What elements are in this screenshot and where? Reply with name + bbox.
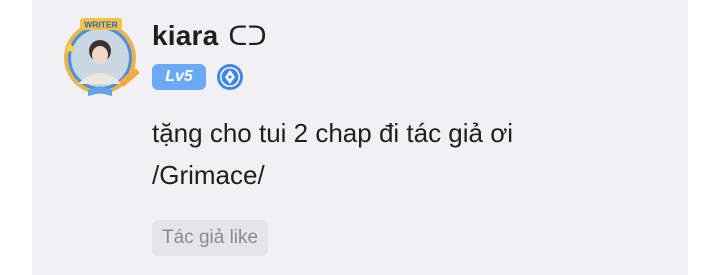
writer-avatar-frame-icon: WRITER xyxy=(64,18,140,96)
svg-text:WRITER: WRITER xyxy=(84,20,118,30)
badge-row: Lv5 xyxy=(152,63,244,91)
author-like-tag: Tác giả like xyxy=(152,220,269,256)
pen-nib-icon xyxy=(217,64,243,90)
username[interactable]: kiara xyxy=(152,20,218,52)
comment-text: tặng cho tui 2 chap đi tác giả ơi /Grima… xyxy=(152,118,514,190)
username-decoration: ᑕᑐ xyxy=(228,20,267,51)
level-badge: Lv5 xyxy=(152,64,206,90)
username-row: kiara ᑕᑐ xyxy=(152,18,267,54)
avatar[interactable]: WRITER xyxy=(58,14,144,98)
